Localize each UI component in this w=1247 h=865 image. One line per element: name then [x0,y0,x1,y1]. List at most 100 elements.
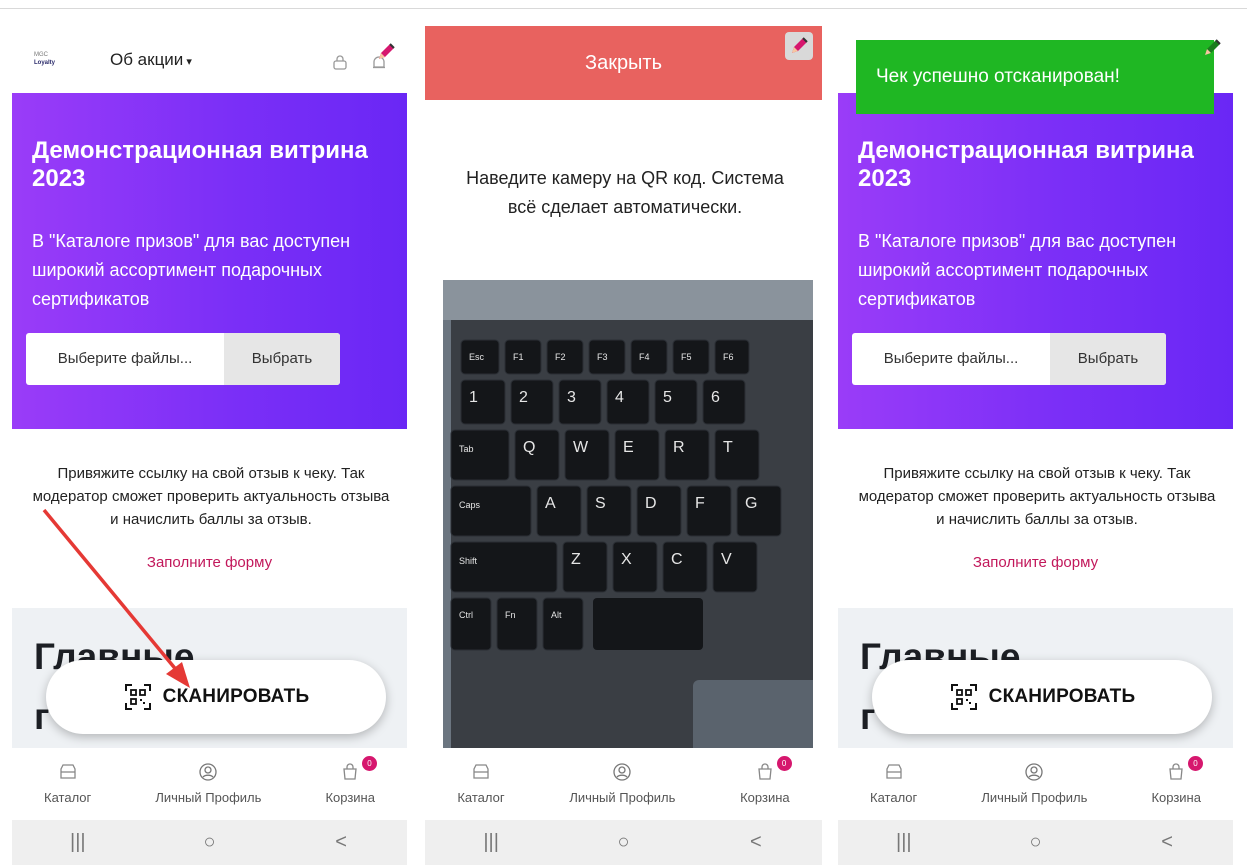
window-top-border [0,8,1247,9]
fill-form-link[interactable]: Заполните форму [838,554,1233,571]
keyboard-key [593,598,703,650]
close-button[interactable]: Закрыть [425,26,822,100]
qr-scan-icon [950,684,977,710]
recents-icon[interactable]: ||| [471,831,511,854]
nav-catalog[interactable]: Каталог [457,748,505,816]
keyboard-key-label: 4 [615,389,624,406]
keyboard-key-label: C [671,551,683,568]
nav-catalog[interactable]: Каталог [870,748,917,816]
file-upload[interactable]: Выберите файлы... Выбрать [26,333,340,385]
keyboard-key-label: 5 [663,389,672,406]
profile-icon [613,763,632,781]
bottom-nav: Каталог Личный Профиль 0 Корзина [838,748,1233,816]
scan-button[interactable]: СКАНИРОВАТЬ [46,660,386,734]
keyboard-key-label: Q [523,439,535,456]
bottom-nav: Каталог Личный Профиль 0 Корзина [425,748,822,816]
back-icon[interactable]: < [321,831,361,854]
file-upload[interactable]: Выберите файлы... Выбрать [852,333,1166,385]
keyboard-key [712,541,758,593]
screen-home: MGC Loyalty Об акции ▾ Демонстрационная в… [12,26,407,865]
nav-profile[interactable]: Личный Профиль [569,748,675,816]
nav-profile-label: Личный Профиль [981,790,1088,805]
nav-cart[interactable]: 0 Корзина [740,748,792,816]
keyboard-key [536,485,582,537]
choose-file-button[interactable]: Выбрать [1050,333,1166,385]
cart-icon [758,763,772,780]
keyboard-key-label: G [745,495,757,512]
camera-instruction: Наведите камеру на QR код. Система всё с… [466,168,784,217]
recents-icon[interactable]: ||| [884,831,924,854]
keyboard-key [460,379,506,425]
keyboard-key-label: 2 [519,389,528,406]
nav-cart[interactable]: 0 Корзина [1151,748,1203,816]
lock-icon[interactable] [332,54,348,70]
choose-file-button[interactable]: Выбрать [224,333,340,385]
home-icon[interactable]: ○ [1015,831,1055,854]
cart-badge: 0 [776,756,792,771]
keyboard-key [654,379,698,425]
recents-icon[interactable]: ||| [58,831,98,854]
keyboard-key [736,485,782,537]
banner-title: Демонстрационная витрина 2023 [32,137,368,192]
nav-cart[interactable]: 0 Корзина [325,748,377,816]
back-icon[interactable]: < [736,831,776,854]
nav-cart-label: Корзина [740,790,790,805]
home-icon[interactable]: ○ [189,831,229,854]
banner-title: Демонстрационная витрина 2023 [858,137,1194,192]
keyboard-key-label: S [595,495,606,512]
nav-catalog-label: Каталог [457,790,505,805]
cart-icon [343,763,357,780]
fill-form-link[interactable]: Заполните форму [12,554,407,571]
keyboard-key [586,485,632,537]
profile-icon [199,763,218,781]
file-input[interactable]: Выберите файлы... [852,333,1050,385]
system-nav-bar: ||| ○ < [425,820,822,865]
catalog-icon [473,764,489,779]
keyboard-photo: Esc F1 F2 F3 F4 F5 F6 1 2 3 4 5 6 Tab Q W E R T Caps A S D F G Sh… [443,280,813,748]
pencil-icon[interactable] [372,38,400,66]
keyboard-key-label: X [621,551,632,568]
keyboard-key-label: Shift [459,556,478,566]
nav-catalog-label: Каталог [870,790,918,805]
pencil-icon[interactable] [785,32,813,60]
home-icon[interactable]: ○ [603,831,643,854]
keyboard-key [636,485,682,537]
nav-profile[interactable]: Личный Профиль [155,748,261,816]
scan-button[interactable]: СКАНИРОВАТЬ [872,660,1212,734]
cart-badge: 0 [361,756,377,771]
review-instruction: Привяжите ссылку на свой отзыв к чеку. Т… [858,465,1216,528]
keyboard-key [496,597,538,651]
keyboard-key-label: 3 [567,389,576,406]
keyboard-key [714,429,760,481]
keyboard-key [558,379,602,425]
about-dropdown[interactable]: Об акции ▾ [110,50,192,70]
app-header: MGC Loyalty Об акции ▾ [12,26,407,93]
pencil-icon[interactable] [1198,34,1226,62]
nav-cart-label: Корзина [1151,790,1201,805]
qr-scan-icon [124,684,151,710]
catalog-icon [59,764,76,779]
keyboard-key-label: F5 [681,352,692,362]
keyboard-key-label: Caps [459,500,481,510]
scan-button-label: СКАНИРОВАТЬ [162,686,310,707]
keyboard-key [450,541,558,593]
nav-profile[interactable]: Личный Профиль [981,748,1087,816]
screen-home-success: Чек успешно отсканирован! Демонстрационн… [838,26,1233,865]
keyboard-key-label: F6 [723,352,734,362]
keyboard-key-label: F4 [639,352,650,362]
cart-icon [1169,763,1183,780]
system-nav-bar: ||| ○ < [12,820,407,865]
camera-preview: Esc F1 F2 F3 F4 F5 F6 1 2 3 4 5 6 Tab Q W E R T Caps A S D F G Sh… [443,280,813,748]
keyboard-key-label: D [645,495,657,512]
back-icon[interactable]: < [1147,831,1187,854]
file-input[interactable]: Выберите файлы... [26,333,224,385]
keyboard-key-label: Alt [551,610,562,620]
nav-catalog[interactable]: Каталог [44,748,91,816]
review-instruction: Привяжите ссылку на свой отзыв к чеку. Т… [32,465,390,528]
catalog-icon [885,764,902,779]
screen-scanner: Закрыть Наведите камеру на QR код. Систе… [425,26,822,865]
keyboard-key-label: Z [571,551,581,568]
keyboard-key-label: F [695,495,705,512]
logo[interactable]: MGC Loyalty [34,51,60,69]
keyboard-key [612,541,658,593]
